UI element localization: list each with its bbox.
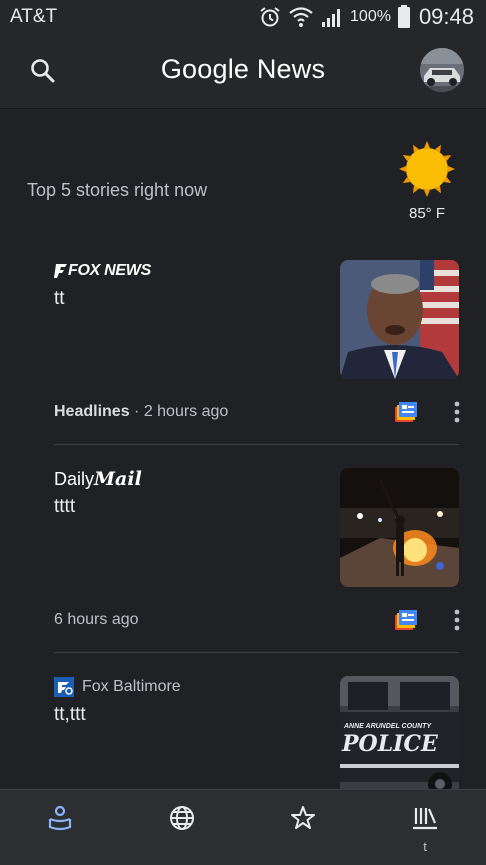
story-meta: Headlines · 2 hours ago: [54, 403, 228, 421]
story-card[interactable]: Daily Mail tttt 6 hours ago: [0, 468, 486, 676]
divider: [54, 444, 459, 445]
story-image: [340, 260, 459, 379]
section-title: Top 5 stories right now: [27, 180, 208, 200]
more-vert-icon: [454, 401, 460, 423]
divider: [54, 652, 459, 653]
more-options-button[interactable]: [450, 608, 464, 632]
story-image: [340, 468, 459, 587]
story-thumbnail[interactable]: [340, 468, 459, 587]
sun-icon: [399, 141, 455, 197]
star-icon: [291, 806, 315, 829]
story-source: Fox Baltimore: [54, 676, 181, 698]
fox-baltimore-logo-icon: [54, 677, 74, 697]
story-headline[interactable]: tttt: [54, 496, 75, 518]
story-source-name: Fox Baltimore: [82, 678, 181, 695]
battery-icon: [397, 5, 410, 28]
more-options-button[interactable]: [450, 400, 464, 424]
nav-label-newsstand: t: [423, 839, 427, 854]
alarm-icon: [260, 7, 280, 27]
weather-widget[interactable]: 85° F: [396, 139, 458, 222]
story-source-name: FOX NEWS: [68, 262, 151, 279]
story-thumbnail[interactable]: [340, 260, 459, 379]
wifi-icon: [289, 7, 313, 27]
clock: 09:48: [418, 4, 474, 29]
story-time: 6 hours ago: [54, 611, 139, 628]
story-image: ANNE ARUNDEL COUNTY POLICE: [340, 676, 459, 789]
for-you-icon: [48, 805, 72, 831]
story-headline[interactable]: tt: [54, 288, 65, 310]
globe-icon: [170, 806, 194, 830]
story-time: · 2 hours ago: [129, 403, 229, 420]
story-source-name-part: Mail: [94, 468, 142, 490]
nav-favorites[interactable]: [273, 804, 333, 860]
full-coverage-button[interactable]: [394, 609, 418, 631]
carrier-label: AT&T: [10, 6, 58, 27]
signal-icon: [322, 9, 341, 27]
story-meta: 6 hours ago: [54, 611, 139, 629]
story-headline[interactable]: tt,ttt: [54, 704, 86, 726]
full-coverage-icon: [395, 402, 417, 422]
status-bar: AT&T 100% 09:48: [0, 0, 486, 36]
avatar[interactable]: [420, 48, 464, 92]
full-coverage-button[interactable]: [394, 401, 418, 423]
feed[interactable]: Top 5 stories right now 85° F FOX NEWS t…: [0, 109, 486, 789]
app-bar: Google News: [0, 36, 486, 109]
police-livery-text: POLICE: [341, 731, 439, 757]
status-icons: 100% 09:48: [258, 4, 474, 30]
story-card[interactable]: Fox Baltimore tt,ttt ANNE ARUNDEL COUNTY…: [0, 676, 486, 789]
fox-news-logo-mark: [54, 264, 67, 278]
police-livery-subtext: ANNE ARUNDEL COUNTY: [343, 723, 432, 730]
story-source-name-part: Daily: [54, 468, 95, 489]
profile-photo: [420, 48, 464, 92]
weather-temperature: 85° F: [408, 205, 445, 222]
nav-headlines[interactable]: [152, 804, 212, 860]
story-thumbnail[interactable]: ANNE ARUNDEL COUNTY POLICE: [340, 676, 459, 789]
bottom-navigation: t: [0, 789, 486, 865]
nav-newsstand[interactable]: t: [395, 804, 455, 860]
newsstand-icon: [413, 808, 437, 830]
more-vert-icon: [454, 609, 460, 631]
nav-for-you[interactable]: [30, 804, 90, 860]
app-title: Google News: [160, 54, 326, 84]
story-category[interactable]: Headlines: [54, 403, 130, 420]
story-card[interactable]: FOX NEWS tt Headlines · 2 hours ago: [0, 260, 486, 468]
full-coverage-icon: [395, 610, 417, 630]
battery-percent: 100%: [350, 8, 391, 25]
story-source: FOX NEWS: [54, 260, 151, 282]
story-source: Daily Mail: [54, 468, 142, 490]
